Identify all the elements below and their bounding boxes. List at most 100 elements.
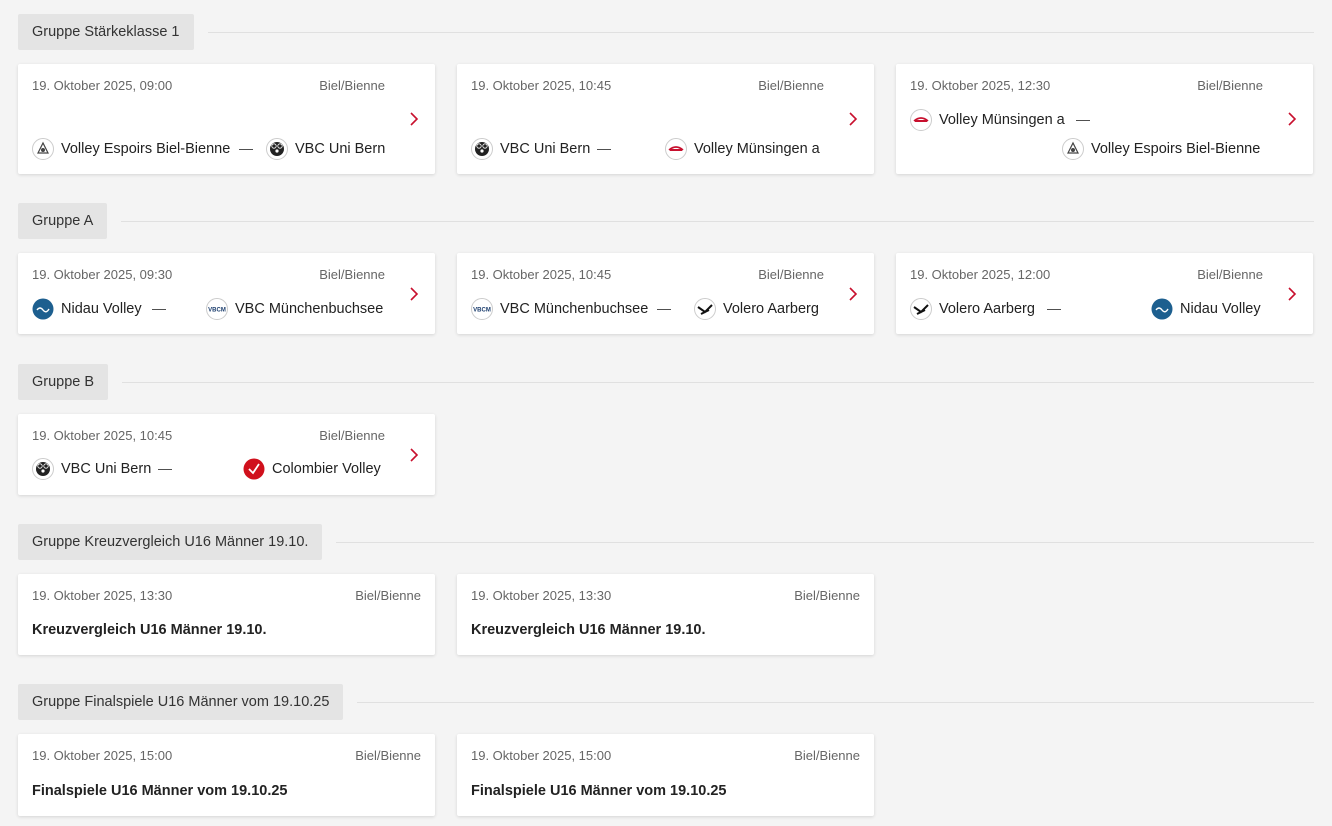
group-label: Gruppe Finalspiele U16 Männer vom 19.10.… — [18, 684, 344, 720]
versus-dash: — — [657, 300, 671, 316]
match-card[interactable]: 19. Oktober 2025, 10:45 Biel/Bienne VBC … — [18, 414, 435, 495]
match-venue: Biel/Bienne — [758, 267, 824, 282]
match-date: 19. Oktober 2025, 12:30 — [910, 78, 1051, 93]
espoirs-logo-icon — [1062, 138, 1084, 160]
team-name: Volley Espoirs Biel-Bienne — [1091, 141, 1261, 157]
group-header-staerkeklasse-1: Gruppe Stärkeklasse 1 — [18, 14, 1314, 50]
team-name: Volley Münsingen a — [694, 141, 820, 157]
group-header-finalspiele: Gruppe Finalspiele U16 Männer vom 19.10.… — [18, 684, 1314, 720]
muensingen-logo-icon — [910, 109, 932, 131]
team-name: Volley Münsingen a — [939, 112, 1065, 128]
away-team[interactable]: VBC Uni Bern — [266, 138, 385, 160]
team-name: Nidau Volley — [61, 301, 142, 317]
match-date: 19. Oktober 2025, 12:00 — [910, 267, 1051, 282]
chevron-right-icon[interactable] — [1285, 287, 1299, 301]
group-divider — [357, 701, 1314, 703]
event-date: 19. Oktober 2025, 13:30 — [32, 588, 173, 603]
chevron-right-icon[interactable] — [407, 112, 421, 126]
match-venue: Biel/Bienne — [319, 267, 385, 282]
chevron-right-icon[interactable] — [1285, 112, 1299, 126]
group-header-gruppe-b: Gruppe B — [18, 364, 1314, 400]
home-team[interactable]: Volley Münsingen a — [910, 109, 1065, 131]
event-date: 19. Oktober 2025, 15:00 — [471, 748, 612, 763]
event-title: Kreuzvergleich U16 Männer 19.10. — [471, 622, 706, 638]
event-date: 19. Oktober 2025, 13:30 — [471, 588, 612, 603]
colombier-logo-icon — [243, 458, 265, 480]
home-team[interactable]: Volero Aarberg — [910, 298, 1035, 320]
chevron-right-icon[interactable] — [407, 287, 421, 301]
muenchenbuchsee-logo-icon: VBCM — [471, 298, 493, 320]
event-title: Kreuzvergleich U16 Männer 19.10. — [32, 622, 267, 638]
versus-dash: — — [239, 140, 253, 156]
match-card[interactable]: 19. Oktober 2025, 10:45 Biel/Bienne VBC … — [457, 64, 874, 174]
event-date: 19. Oktober 2025, 15:00 — [32, 748, 173, 763]
muensingen-logo-icon — [665, 138, 687, 160]
home-team[interactable]: Volley Espoirs Biel-Bienne — [32, 138, 230, 160]
home-team[interactable]: VBC Uni Bern — [32, 458, 151, 480]
match-date: 19. Oktober 2025, 09:30 — [32, 267, 173, 282]
event-title: Finalspiele U16 Männer vom 19.10.25 — [471, 783, 727, 799]
chevron-right-icon[interactable] — [846, 112, 860, 126]
svg-text:VBCM: VBCM — [473, 308, 491, 314]
uni-bern-bear-logo-icon — [266, 138, 288, 160]
event-card[interactable]: 19. Oktober 2025, 13:30 Biel/Bienne Kreu… — [457, 574, 874, 655]
match-venue: Biel/Bienne — [319, 78, 385, 93]
team-name: Colombier Volley — [272, 461, 381, 477]
team-name: VBC Münchenbuchsee — [235, 301, 384, 317]
event-venue: Biel/Bienne — [355, 588, 421, 603]
match-card[interactable]: 19. Oktober 2025, 09:00 Biel/Bienne Voll… — [18, 64, 435, 174]
match-card[interactable]: 19. Oktober 2025, 10:45 Biel/Bienne VBCM… — [457, 253, 874, 334]
match-date: 19. Oktober 2025, 10:45 — [471, 267, 612, 282]
team-name: VBC Uni Bern — [500, 141, 591, 157]
home-team[interactable]: VBC Uni Bern — [471, 138, 590, 160]
away-team[interactable]: Nidau Volley — [1151, 298, 1261, 320]
chevron-right-icon[interactable] — [407, 448, 421, 462]
uni-bern-bear-logo-icon — [32, 458, 54, 480]
away-team[interactable]: VBCM VBC Münchenbuchsee — [206, 298, 383, 320]
group-divider — [122, 381, 1314, 383]
event-venue: Biel/Bienne — [355, 748, 421, 763]
espoirs-logo-icon — [32, 138, 54, 160]
team-name: VBC Uni Bern — [61, 461, 152, 477]
match-venue: Biel/Bienne — [319, 428, 385, 443]
group-label: Gruppe Stärkeklasse 1 — [18, 14, 194, 50]
versus-dash: — — [152, 300, 166, 316]
versus-dash: — — [597, 140, 611, 156]
group-header-kreuzvergleich: Gruppe Kreuzvergleich U16 Männer 19.10. — [18, 524, 1314, 560]
volero-logo-icon — [694, 298, 716, 320]
chevron-right-icon[interactable] — [846, 287, 860, 301]
svg-text:VBCM: VBCM — [208, 308, 226, 314]
versus-dash: — — [1047, 300, 1061, 316]
team-name: VBC Uni Bern — [295, 141, 386, 157]
event-card[interactable]: 19. Oktober 2025, 15:00 Biel/Bienne Fina… — [18, 734, 435, 816]
group-divider — [207, 31, 1314, 33]
event-card[interactable]: 19. Oktober 2025, 15:00 Biel/Bienne Fina… — [457, 734, 874, 816]
home-team[interactable]: Nidau Volley — [32, 298, 142, 320]
home-team[interactable]: VBCM VBC Münchenbuchsee — [471, 298, 648, 320]
event-card[interactable]: 19. Oktober 2025, 13:30 Biel/Bienne Kreu… — [18, 574, 435, 655]
group-label: Gruppe B — [18, 364, 109, 400]
team-name: VBC Münchenbuchsee — [500, 301, 649, 317]
away-team[interactable]: Volley Espoirs Biel-Bienne — [1062, 138, 1260, 160]
team-name: Volero Aarberg — [723, 301, 819, 317]
nidau-logo-icon — [32, 298, 54, 320]
match-date: 19. Oktober 2025, 10:45 — [471, 78, 612, 93]
match-date: 19. Oktober 2025, 09:00 — [32, 78, 173, 93]
away-team[interactable]: Volero Aarberg — [694, 298, 819, 320]
away-team[interactable]: Volley Münsingen a — [665, 138, 820, 160]
group-label: Gruppe A — [18, 203, 108, 239]
volero-logo-icon — [910, 298, 932, 320]
muenchenbuchsee-logo-icon: VBCM — [206, 298, 228, 320]
group-label: Gruppe Kreuzvergleich U16 Männer 19.10. — [18, 524, 323, 560]
uni-bern-bear-logo-icon — [471, 138, 493, 160]
match-card[interactable]: 19. Oktober 2025, 09:30 Biel/Bienne Nida… — [18, 253, 435, 334]
match-venue: Biel/Bienne — [1197, 267, 1263, 282]
versus-dash: — — [158, 460, 172, 476]
team-name: Volley Espoirs Biel-Bienne — [61, 141, 231, 157]
match-card[interactable]: 19. Oktober 2025, 12:30 Biel/Bienne Voll… — [896, 64, 1313, 174]
away-team[interactable]: Colombier Volley — [243, 458, 381, 480]
nidau-logo-icon — [1151, 298, 1173, 320]
event-title: Finalspiele U16 Männer vom 19.10.25 — [32, 783, 288, 799]
match-card[interactable]: 19. Oktober 2025, 12:00 Biel/Bienne Vole… — [896, 253, 1313, 334]
team-name: Nidau Volley — [1180, 301, 1261, 317]
